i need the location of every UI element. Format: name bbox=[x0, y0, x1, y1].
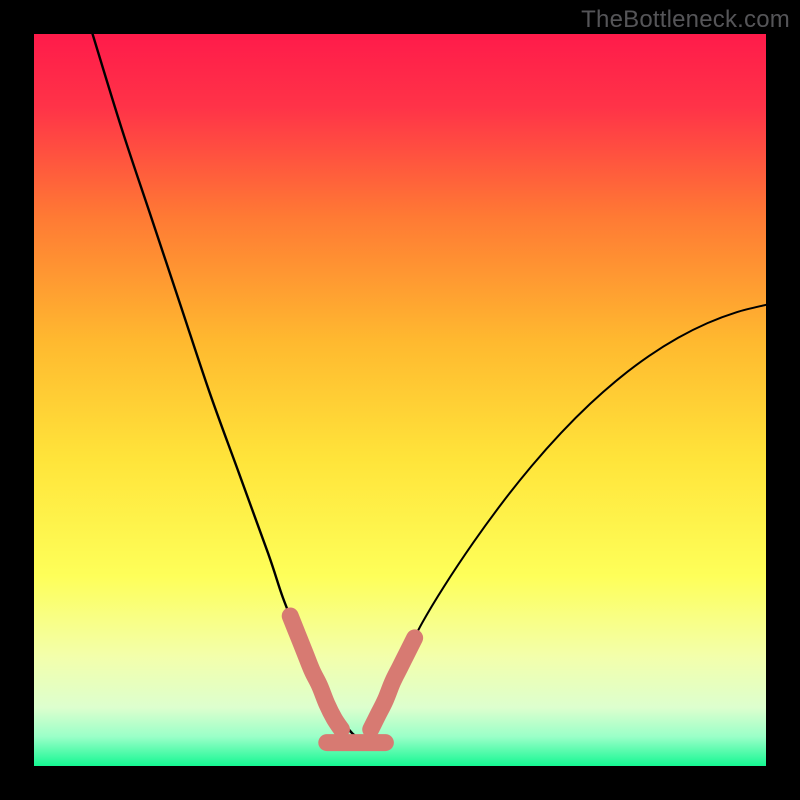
chart-frame: TheBottleneck.com bbox=[0, 0, 800, 800]
watermark-text: TheBottleneck.com bbox=[581, 6, 790, 34]
chart-svg bbox=[34, 34, 766, 766]
plot-area bbox=[34, 34, 766, 766]
